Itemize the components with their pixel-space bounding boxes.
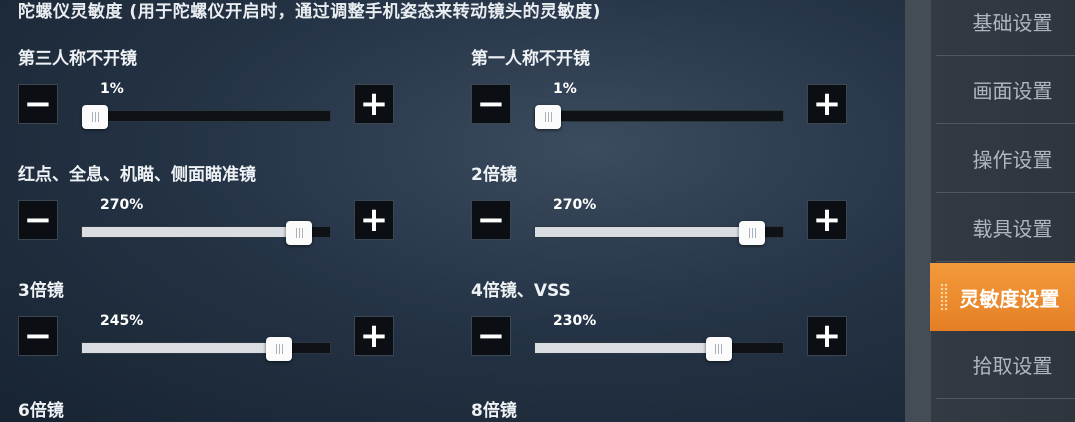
- decrease-button[interactable]: −: [471, 200, 511, 240]
- sidebar-item-pickup[interactable]: 拾取设置: [936, 331, 1075, 399]
- slider-row-6x-scope: 6倍镜: [18, 396, 458, 422]
- sensitivity-slider[interactable]: [534, 105, 784, 129]
- sidebar-item-controls[interactable]: 操作设置: [936, 125, 1075, 193]
- slider-thumb[interactable]: [266, 337, 293, 361]
- sensitivity-slider[interactable]: [81, 337, 331, 361]
- slider-label: 红点、全息、机瞄、侧面瞄准镜: [18, 165, 256, 185]
- sidebar-item-label: 载具设置: [972, 217, 1053, 241]
- sidebar-item-label: 操作设置: [972, 148, 1053, 172]
- slider-value: 270%: [553, 197, 597, 213]
- sensitivity-slider[interactable]: [81, 105, 331, 129]
- slider-value: 230%: [553, 313, 597, 329]
- sidebar-item-label: 灵敏度设置: [959, 286, 1060, 311]
- sensitivity-slider[interactable]: [534, 221, 784, 245]
- slider-row-4x-vss: 4倍镜、VSS − 230% +: [471, 276, 911, 366]
- increase-button[interactable]: +: [354, 200, 394, 240]
- decrease-button[interactable]: −: [471, 84, 511, 124]
- sidebar-item-sensitivity[interactable]: 灵敏度设置: [930, 263, 1075, 331]
- slider-row-first-person-no-scope: 第一人称不开镜 − 1% +: [471, 44, 911, 134]
- slider-row-3x-scope: 3倍镜 − 245% +: [18, 276, 458, 366]
- slider-fill: [535, 227, 753, 237]
- slider-label: 第三人称不开镜: [18, 49, 137, 69]
- slider-thumb[interactable]: [705, 337, 732, 361]
- sensitivity-settings-panel: 第三人称不开镜 − 1% + 第一人称不开镜 − 1% + 红点、全息、机瞄、侧…: [0, 0, 910, 422]
- increase-button[interactable]: +: [807, 200, 847, 240]
- sidebar-item-label: 画面设置: [972, 79, 1053, 103]
- decrease-button[interactable]: −: [18, 84, 58, 124]
- increase-button[interactable]: +: [807, 84, 847, 124]
- slider-fill: [82, 343, 280, 353]
- slider-value: 270%: [100, 197, 144, 213]
- slider-value: 245%: [100, 313, 144, 329]
- slider-label: 6倍镜: [18, 401, 64, 421]
- slider-value: 1%: [100, 81, 124, 97]
- sensitivity-slider[interactable]: [81, 221, 331, 245]
- slider-label: 3倍镜: [18, 281, 64, 301]
- decrease-button[interactable]: −: [18, 316, 58, 356]
- decrease-button[interactable]: −: [18, 200, 58, 240]
- sidebar-item-vehicle[interactable]: 载具设置: [936, 194, 1075, 262]
- sidebar-item-label: 基础设置: [972, 11, 1053, 35]
- slider-thumb[interactable]: [82, 105, 108, 129]
- sidebar-item-label: 拾取设置: [972, 354, 1053, 378]
- increase-button[interactable]: +: [807, 316, 847, 356]
- slider-fill: [82, 227, 300, 237]
- decrease-button[interactable]: −: [471, 316, 511, 356]
- slider-row-2x-scope: 2倍镜 − 270% +: [471, 160, 911, 250]
- slider-thumb[interactable]: [286, 221, 313, 245]
- slider-row-8x-scope: 8倍镜: [471, 396, 911, 422]
- increase-button[interactable]: +: [354, 316, 394, 356]
- sidebar-item-basic[interactable]: 基础设置: [936, 0, 1075, 56]
- slider-row-third-person-no-scope: 第三人称不开镜 − 1% +: [18, 44, 458, 134]
- slider-thumb[interactable]: [535, 105, 561, 129]
- increase-button[interactable]: +: [354, 84, 394, 124]
- slider-label: 第一人称不开镜: [471, 49, 590, 69]
- slider-label: 8倍镜: [471, 401, 517, 421]
- slider-value: 1%: [553, 81, 577, 97]
- sidebar-edge: [905, 0, 931, 422]
- slider-label: 4倍镜、VSS: [471, 281, 571, 301]
- slider-label: 2倍镜: [471, 165, 517, 185]
- slider-thumb[interactable]: [739, 221, 766, 245]
- sidebar-item-graphics[interactable]: 画面设置: [936, 56, 1075, 124]
- sensitivity-slider[interactable]: [534, 337, 784, 361]
- slider-fill: [535, 343, 719, 353]
- slider-row-red-dot-holo: 红点、全息、机瞄、侧面瞄准镜 − 270% +: [18, 160, 458, 250]
- drag-grip-icon: [940, 283, 948, 311]
